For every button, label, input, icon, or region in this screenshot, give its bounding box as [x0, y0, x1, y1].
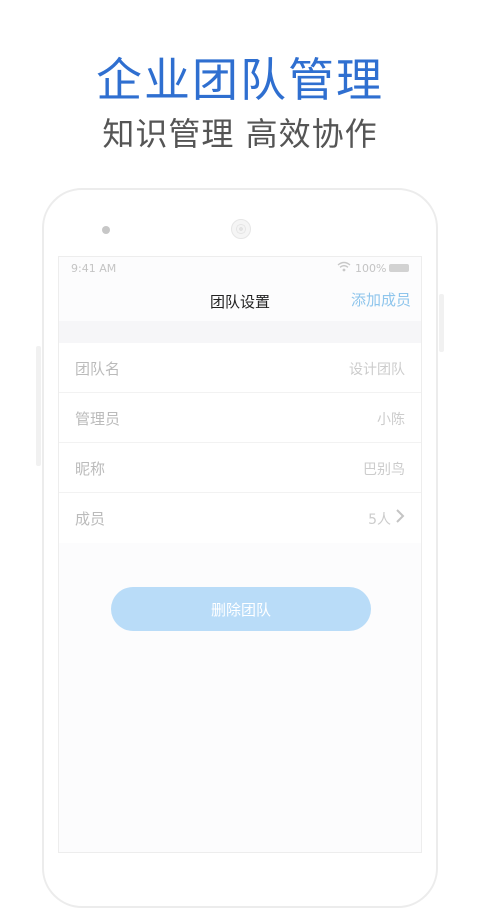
setting-row-nickname[interactable]: 昵称 巴别鸟: [59, 443, 421, 493]
status-bar: 9:41 AM 100%: [59, 257, 421, 281]
delete-team-button[interactable]: 删除团队: [111, 587, 371, 631]
speaker-icon: [231, 219, 251, 239]
phone-side-button-right: [439, 294, 444, 352]
setting-row-team-name[interactable]: 团队名 设计团队: [59, 343, 421, 393]
battery-percent: 100%: [355, 262, 387, 275]
setting-value: 巴别鸟: [363, 462, 405, 478]
status-time: 9:41 AM: [71, 262, 117, 275]
nav-bar: 团队设置 添加成员: [59, 281, 421, 321]
phone-side-button-left: [36, 346, 41, 466]
wifi-icon: [337, 261, 351, 275]
chevron-right-icon: [395, 508, 405, 528]
setting-label: 成员: [75, 510, 106, 528]
promo-title: 企业团队管理: [96, 53, 384, 107]
setting-label: 管理员: [75, 410, 121, 428]
setting-row-admin[interactable]: 管理员 小陈: [59, 393, 421, 443]
battery-icon: [389, 264, 409, 272]
promo-subtitle: 知识管理 高效协作: [102, 115, 378, 153]
setting-value: 设计团队: [349, 362, 405, 378]
setting-label: 昵称: [75, 460, 106, 478]
setting-value: 小陈: [377, 412, 405, 428]
setting-value: 5人: [368, 512, 391, 528]
settings-list: 团队名 设计团队 管理员 小陈 昵称 巴别鸟 成员 5人: [59, 343, 421, 543]
setting-row-members[interactable]: 成员 5人: [59, 493, 421, 543]
camera-icon: [102, 226, 110, 234]
add-member-button[interactable]: 添加成员: [351, 289, 411, 310]
section-divider: [59, 321, 421, 343]
setting-label: 团队名: [75, 360, 121, 378]
phone-screen: 9:41 AM 100% 团队设置 添加成员 团队名 设计团队 管理员 小陈 昵…: [58, 256, 422, 853]
